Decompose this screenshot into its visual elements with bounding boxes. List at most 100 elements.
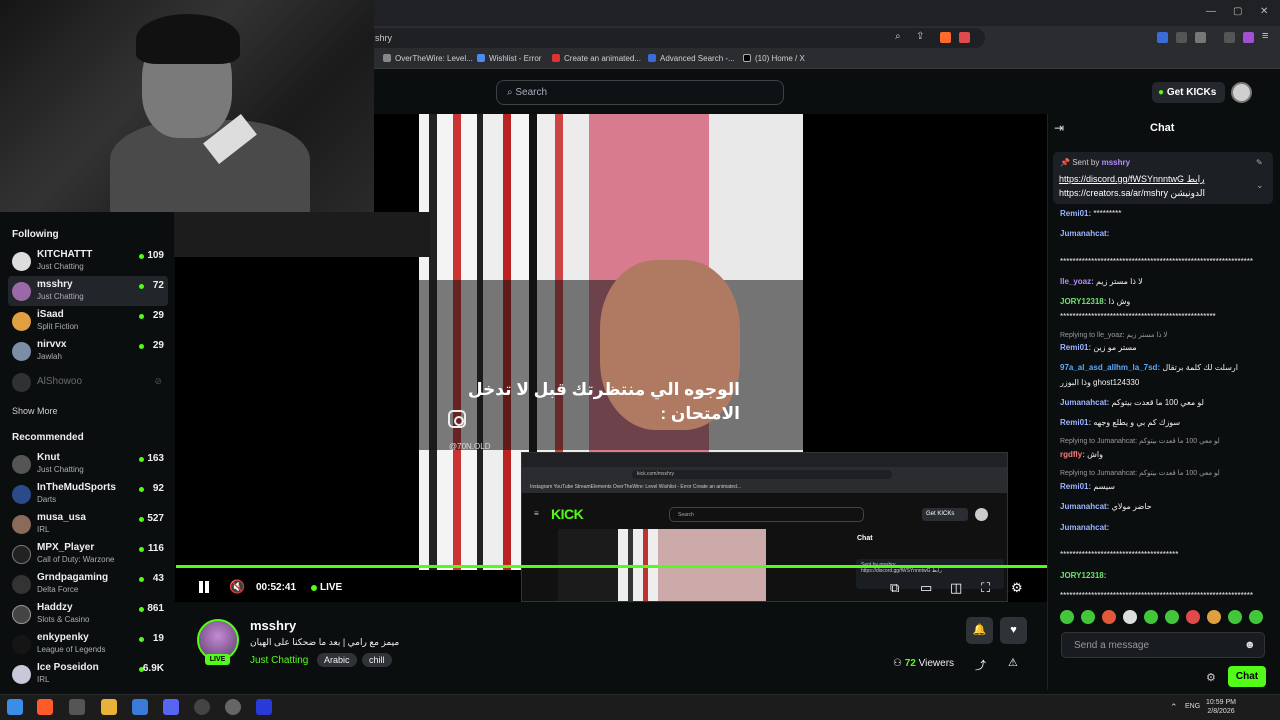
sidebar-channel[interactable]: KITCHATTT Just Chatting 109 — [8, 246, 168, 276]
puzzle-icon[interactable] — [1195, 32, 1206, 43]
taskbar-app-icon[interactable] — [69, 699, 85, 715]
sent-by-user[interactable]: msshry — [1102, 158, 1130, 167]
minimize-icon[interactable]: — — [1206, 6, 1216, 17]
pinned-link[interactable]: الدونيشن https://creators.sa/ar/mshry — [1059, 188, 1249, 199]
bookmark-item[interactable]: Wishlist - Error — [477, 54, 541, 63]
chat-username[interactable]: Remi01: — [1060, 418, 1091, 427]
chat-username[interactable]: JORY12318: — [1060, 571, 1106, 580]
extension-icon[interactable] — [1157, 32, 1168, 43]
chat-input[interactable]: Send a message — [1061, 632, 1265, 658]
language-indicator[interactable]: ENG — [1185, 703, 1200, 710]
report-icon[interactable]: ⚠ — [1008, 656, 1018, 669]
tag-arabic[interactable]: Arabic — [317, 653, 357, 667]
notification-bell-button[interactable]: 🔔 — [966, 617, 993, 644]
chat-username[interactable]: Remi01: — [1060, 343, 1091, 352]
chevron-down-icon[interactable]: ⌄ — [1256, 180, 1264, 191]
live-dot — [139, 517, 144, 522]
search-input[interactable]: ⌕ Search — [496, 80, 784, 105]
user-avatar[interactable] — [1231, 82, 1252, 103]
sidebar-channel[interactable]: Ice Poseidon IRL 6.9K — [8, 659, 168, 689]
follow-heart-button[interactable]: ♥ — [1000, 617, 1027, 644]
store-icon[interactable] — [132, 699, 148, 715]
send-chat-button[interactable]: Chat — [1228, 666, 1266, 687]
address-bar[interactable]: shry — [365, 28, 985, 48]
chat-username[interactable]: Remi01: — [1060, 209, 1091, 218]
tray-chevron-icon[interactable]: ⌃ — [1170, 702, 1178, 713]
taskbar-app-icon[interactable] — [194, 699, 210, 715]
bookmark-item[interactable]: Create an animated... — [552, 54, 641, 63]
tag-chill[interactable]: chill — [362, 653, 392, 667]
sidebar-channel[interactable]: Haddzy Slots & Casino 861 — [8, 599, 168, 629]
chat-username[interactable]: Remi01: — [1060, 482, 1091, 491]
emote-icon[interactable] — [1228, 610, 1242, 624]
get-kicks-button[interactable]: ● Get KICKs — [1152, 82, 1225, 103]
bookmark-item[interactable]: (10) Home / X — [743, 54, 805, 63]
show-more-link[interactable]: Show More — [12, 406, 58, 416]
bookmark-item[interactable]: Advanced Search -... — [648, 54, 735, 63]
emote-icon[interactable] — [1060, 610, 1074, 624]
stream-category[interactable]: Just Chatting — [250, 655, 308, 666]
share-icon[interactable]: ⤴ — [975, 657, 986, 673]
sidebar-channel[interactable]: InTheMudSports Darts 92 — [8, 479, 168, 509]
emote-icon[interactable] — [1165, 610, 1179, 624]
windows-start-icon[interactable] — [7, 699, 23, 715]
theater-icon[interactable]: ▭ — [920, 580, 932, 596]
clip-icon[interactable]: ⧉ — [890, 580, 899, 596]
brave-shield-icon[interactable] — [940, 32, 951, 43]
pinned-link[interactable]: https://discord.gg/fWSYnnntwG رابط — [1059, 174, 1239, 185]
chat-username[interactable]: JORY12318: — [1060, 297, 1106, 306]
emote-icon[interactable] — [1249, 610, 1263, 624]
fullscreen-icon[interactable]: ⛶ — [981, 580, 990, 596]
emote-icon[interactable] — [1144, 610, 1158, 624]
share-page-icon[interactable]: ⇪ — [916, 31, 924, 42]
zoom-icon[interactable]: ⌕ — [895, 31, 901, 42]
taskbar-app-icon[interactable] — [225, 699, 241, 715]
settings-icon[interactable]: ⚙ — [1011, 580, 1023, 596]
bookmark-item[interactable]: OverTheWire: Level... — [383, 54, 473, 63]
sidebar-channel[interactable]: Knut Just Chatting 163 — [8, 449, 168, 479]
sidebar-channel[interactable]: Grndpagaming Delta Force 43 — [8, 569, 168, 599]
collapse-chat-icon[interactable]: ⇥ — [1054, 121, 1064, 135]
sidebar-channel[interactable]: enkypenky League of Legends 19 — [8, 629, 168, 659]
close-icon[interactable]: ✕ — [1260, 6, 1268, 17]
pip-icon[interactable]: ◫ — [950, 580, 962, 596]
brave-taskbar-icon[interactable] — [37, 699, 53, 715]
emoji-icon[interactable]: ☻ — [1244, 639, 1256, 651]
chat-username[interactable]: Jumanahcat: — [1060, 229, 1109, 238]
pause-button[interactable] — [197, 580, 211, 594]
chat-username[interactable]: Jumanahcat: — [1060, 523, 1109, 532]
emote-icon[interactable] — [1186, 610, 1200, 624]
extension-icon[interactable] — [1176, 32, 1187, 43]
mute-icon[interactable]: 🔇 — [229, 579, 245, 595]
sidebar-channel[interactable]: msshry Just Chatting 72 — [8, 276, 168, 306]
sidebar-channel[interactable]: iSaad Split Fiction 29 — [8, 306, 168, 336]
chat-username[interactable]: lle_yoaz: — [1060, 277, 1094, 286]
sidebar-channel[interactable]: musa_usa IRL 527 — [8, 509, 168, 539]
channel-avatar — [12, 282, 31, 301]
sidebar-channel[interactable]: nirvvx Jawlah 29 — [8, 336, 168, 366]
taskbar-app-icon[interactable] — [256, 699, 272, 715]
viewer-count: 29 — [152, 310, 164, 321]
chat-username[interactable]: rgdfly: — [1060, 450, 1085, 459]
chat-settings-icon[interactable]: ⚙ — [1206, 671, 1216, 684]
clock[interactable]: 10:59 PM 2/8/2026 — [1206, 698, 1236, 716]
chat-username[interactable]: 97a_al_asd_allhm_la_7sd: — [1060, 363, 1160, 372]
music-icon[interactable] — [1224, 32, 1235, 43]
chat-username[interactable]: Jumanahcat: — [1060, 398, 1109, 407]
unpin-icon[interactable]: ✎ — [1256, 158, 1263, 167]
emote-icon[interactable] — [1207, 610, 1221, 624]
sidebar-channel-offline[interactable]: AlShowoo ⊘ — [8, 368, 168, 398]
emote-icon[interactable] — [1123, 610, 1137, 624]
discord-icon[interactable] — [163, 699, 179, 715]
file-explorer-icon[interactable] — [101, 699, 117, 715]
emote-icon[interactable] — [1102, 610, 1116, 624]
live-dot — [139, 284, 144, 289]
brave-rewards-icon[interactable] — [959, 32, 970, 43]
menu-icon[interactable]: ≡ — [1262, 30, 1268, 42]
emote-icon[interactable] — [1081, 610, 1095, 624]
streamer-name[interactable]: msshry — [250, 618, 296, 633]
chat-username[interactable]: Jumanahcat: — [1060, 502, 1109, 511]
maximize-icon[interactable]: ▢ — [1233, 6, 1242, 17]
profile-icon[interactable] — [1243, 32, 1254, 43]
sidebar-channel[interactable]: MPX_Player Call of Duty: Warzone 116 — [8, 539, 168, 569]
